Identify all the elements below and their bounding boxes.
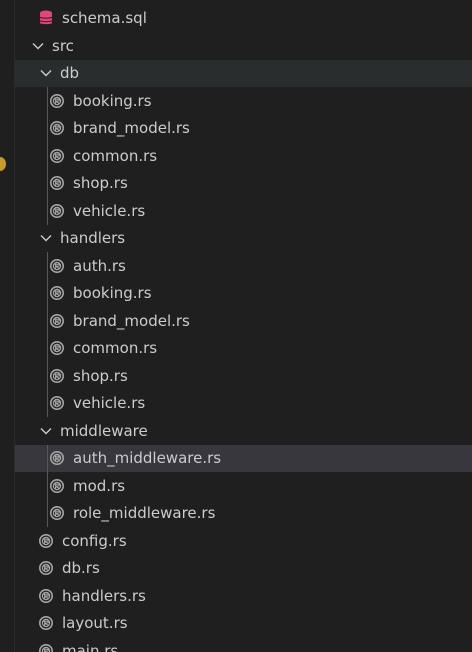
database-icon bbox=[38, 10, 54, 26]
tree-item-label: handlers.rs bbox=[62, 586, 146, 605]
chevron-down-icon bbox=[38, 230, 54, 246]
rust-file-icon bbox=[49, 368, 65, 384]
tree-folder-label: handlers bbox=[60, 229, 126, 248]
tree-item-auth-middleware-rs[interactable]: auth_middleware.rs bbox=[15, 444, 472, 472]
tree-item-booking-rs[interactable]: booking.rs bbox=[15, 280, 472, 308]
warning-indicator-icon bbox=[0, 157, 6, 171]
tree-folder-middleware[interactable]: middleware bbox=[15, 417, 472, 445]
tree-item-label: common.rs bbox=[73, 146, 158, 165]
tree-item-label: common.rs bbox=[73, 339, 158, 358]
rust-file-icon bbox=[49, 148, 65, 164]
tree-item-label: layout.rs bbox=[62, 614, 128, 633]
rust-file-icon bbox=[49, 285, 65, 301]
tree-item-common-rs[interactable]: common.rs bbox=[15, 142, 472, 170]
tree-folder-label: src bbox=[52, 36, 74, 55]
tree-folder-db[interactable]: db bbox=[15, 59, 472, 87]
tree-item-label: config.rs bbox=[62, 531, 127, 550]
tree-item-config-rs[interactable]: config.rs bbox=[15, 527, 472, 555]
tree-item-label: vehicle.rs bbox=[73, 201, 146, 220]
tree-item-label: role_middleware.rs bbox=[73, 504, 216, 523]
tree-item-label: booking.rs bbox=[73, 284, 152, 303]
rust-file-icon bbox=[49, 450, 65, 466]
tree-item-label: auth_middleware.rs bbox=[73, 449, 222, 468]
rust-file-icon bbox=[49, 203, 65, 219]
tree-folder-handlers[interactable]: handlers bbox=[15, 225, 472, 253]
tree-item-label: brand_model.rs bbox=[73, 119, 190, 138]
tree-item-label: shop.rs bbox=[73, 366, 128, 385]
tree-item-role-middleware-rs[interactable]: role_middleware.rs bbox=[15, 500, 472, 528]
chevron-down-icon bbox=[38, 65, 54, 81]
file-explorer: schema.sql src db booking.rs brand_model… bbox=[0, 0, 472, 652]
tree-item-schema-sql[interactable]: schema.sql bbox=[15, 5, 472, 33]
tree-item-label: schema.sql bbox=[62, 9, 147, 28]
tree-item-label: db.rs bbox=[62, 559, 100, 578]
rust-file-icon bbox=[49, 93, 65, 109]
tree-item-mod-rs[interactable]: mod.rs bbox=[15, 472, 472, 500]
rust-file-icon bbox=[38, 588, 54, 604]
tree-item-label: main.rs bbox=[62, 641, 119, 652]
tree-item-auth-rs[interactable]: auth.rs bbox=[15, 252, 472, 280]
rust-file-icon bbox=[49, 340, 65, 356]
rust-file-icon bbox=[49, 505, 65, 521]
tree-item-label: auth.rs bbox=[73, 256, 126, 275]
tree-item-label: brand_model.rs bbox=[73, 311, 190, 330]
tree-item-common-rs[interactable]: common.rs bbox=[15, 335, 472, 363]
tree-item-layout-rs[interactable]: layout.rs bbox=[15, 610, 472, 638]
tree-item-shop-rs[interactable]: shop.rs bbox=[15, 170, 472, 198]
tree-item-label: booking.rs bbox=[73, 91, 152, 110]
rust-file-icon bbox=[49, 175, 65, 191]
rust-file-icon bbox=[49, 120, 65, 136]
rust-file-icon bbox=[38, 615, 54, 631]
tree-item-booking-rs[interactable]: booking.rs bbox=[15, 87, 472, 115]
tree-item-label: mod.rs bbox=[73, 476, 126, 495]
indent-guide bbox=[47, 252, 48, 417]
rust-file-icon bbox=[49, 313, 65, 329]
indent-guide bbox=[47, 87, 48, 225]
tree-item-label: shop.rs bbox=[73, 174, 128, 193]
tree-item-main-rs[interactable]: main.rs bbox=[15, 637, 472, 652]
indent-guide bbox=[47, 444, 48, 527]
tree-item-vehicle-rs[interactable]: vehicle.rs bbox=[15, 390, 472, 418]
chevron-down-icon bbox=[38, 423, 54, 439]
tree-folder-label: db bbox=[60, 64, 80, 83]
tree-folder-src[interactable]: src bbox=[15, 32, 472, 60]
tree-item-handlers-rs[interactable]: handlers.rs bbox=[15, 582, 472, 610]
rust-file-icon bbox=[49, 258, 65, 274]
tree-item-vehicle-rs[interactable]: vehicle.rs bbox=[15, 197, 472, 225]
tree-item-brand-model-rs[interactable]: brand_model.rs bbox=[15, 307, 472, 335]
rust-file-icon bbox=[49, 395, 65, 411]
tree-folder-label: middleware bbox=[60, 421, 148, 440]
tree-item-brand-model-rs[interactable]: brand_model.rs bbox=[15, 115, 472, 143]
chevron-down-icon bbox=[30, 38, 46, 54]
tree-item-shop-rs[interactable]: shop.rs bbox=[15, 362, 472, 390]
rust-file-icon bbox=[38, 643, 54, 652]
rust-file-icon bbox=[38, 533, 54, 549]
rust-file-icon bbox=[49, 478, 65, 494]
tree-item-label: vehicle.rs bbox=[73, 394, 146, 413]
rust-file-icon bbox=[38, 560, 54, 576]
tree-item-db-rs[interactable]: db.rs bbox=[15, 555, 472, 583]
